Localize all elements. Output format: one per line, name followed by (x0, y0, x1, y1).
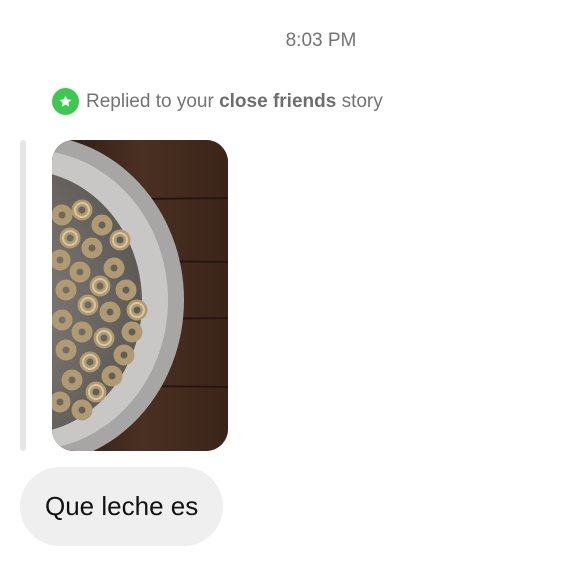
story-reply-label: Replied to your close friends story (52, 88, 383, 115)
cereal-bowl-image (52, 140, 228, 451)
story-thumbnail[interactable] (52, 140, 228, 451)
reply-label-close-friends: close friends (219, 90, 337, 112)
reply-quote-bar (20, 140, 26, 451)
close-friends-star-icon (52, 88, 79, 115)
message-text: Que leche es (45, 491, 199, 521)
reply-label-suffix: story (341, 90, 383, 112)
reply-label-prefix: Replied to your (86, 90, 214, 112)
message-timestamp: 8:03 PM (285, 30, 357, 51)
message-bubble[interactable]: Que leche es (20, 467, 224, 546)
